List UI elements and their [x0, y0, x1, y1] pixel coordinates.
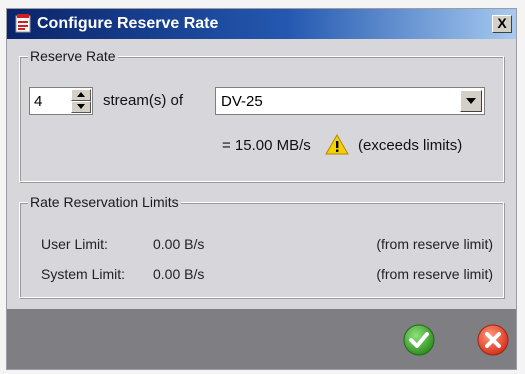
stream-count-spinner[interactable]: 4: [29, 87, 93, 115]
format-select[interactable]: DV-25: [215, 87, 485, 115]
spin-down-button[interactable]: [71, 101, 91, 113]
close-button[interactable]: X: [492, 15, 512, 33]
app-icon: [15, 14, 32, 33]
arrow-up-icon: [77, 92, 85, 97]
title-bar[interactable]: Configure Reserve Rate X: [7, 9, 516, 39]
cancel-button[interactable]: [477, 324, 509, 356]
warning-text: (exceeds limits): [358, 137, 463, 154]
warning-triangle-icon: [325, 134, 349, 160]
rate-value: = 15.00 MB/s: [222, 137, 311, 154]
reserve-rate-group: Reserve Rate 4 stream(s) of DV-25 = 15.0…: [19, 48, 504, 182]
cancel-x-icon: [477, 324, 509, 356]
system-limit-source: (from reserve limit): [376, 266, 493, 282]
rate-limits-group: Rate Reservation Limits User Limit: 0.00…: [19, 194, 504, 298]
dialog-window: Configure Reserve Rate X Reserve Rate 4 …: [6, 8, 517, 370]
rate-limits-legend: Rate Reservation Limits: [28, 194, 181, 210]
user-limit-label: User Limit:: [41, 236, 108, 252]
dialog-footer: [7, 309, 516, 369]
spin-up-button[interactable]: [71, 89, 91, 101]
stream-count-value[interactable]: 4: [34, 93, 42, 110]
arrow-down-icon: [77, 104, 85, 109]
ok-button[interactable]: [403, 324, 435, 356]
system-limit-label: System Limit:: [41, 266, 126, 282]
system-limit-value: 0.00 B/s: [153, 266, 205, 282]
checkmark-icon: [403, 324, 435, 356]
user-limit-source: (from reserve limit): [376, 236, 493, 252]
user-limit-value: 0.00 B/s: [153, 236, 205, 252]
format-select-value: DV-25: [221, 93, 263, 110]
window-title: Configure Reserve Rate: [37, 15, 219, 32]
streams-label: stream(s) of: [103, 92, 184, 109]
reserve-rate-legend: Reserve Rate: [28, 48, 118, 64]
chevron-down-icon: [466, 98, 476, 104]
dropdown-arrow-button[interactable]: [460, 90, 482, 112]
